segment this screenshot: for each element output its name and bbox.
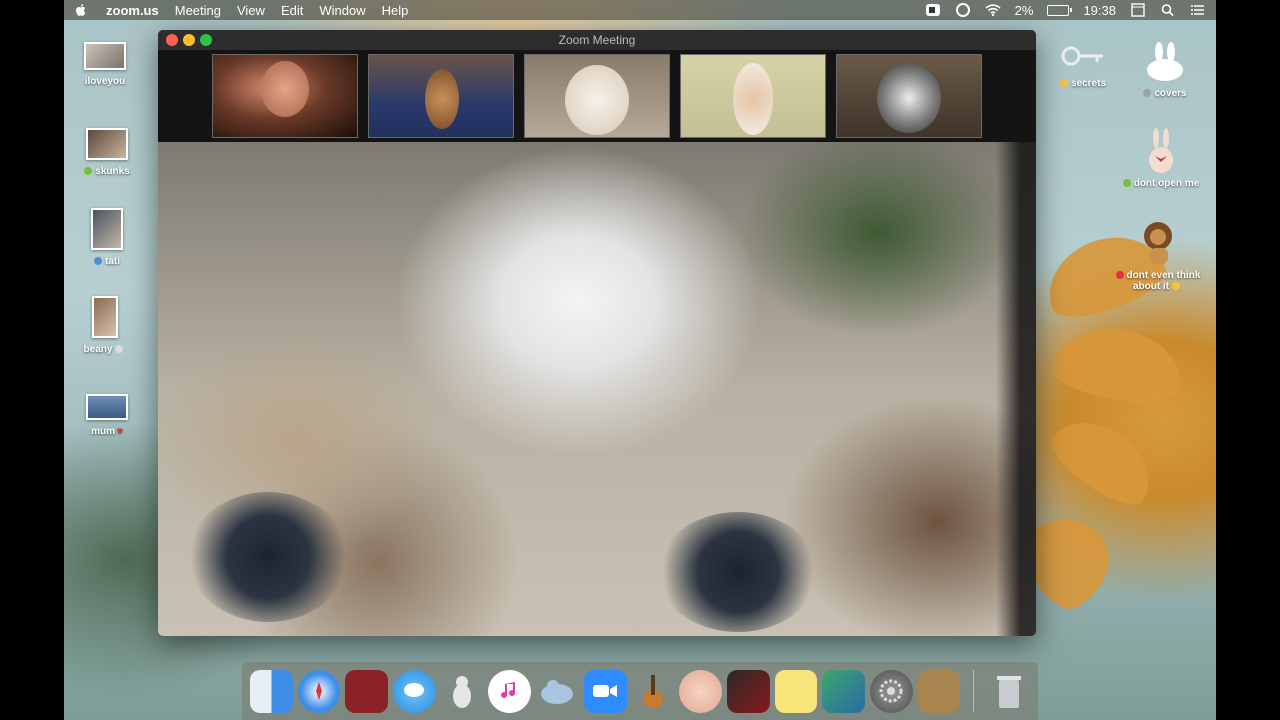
- participant-tile[interactable]: [212, 54, 358, 138]
- wifi-icon[interactable]: [985, 3, 1001, 17]
- window-title: Zoom Meeting: [558, 33, 636, 47]
- desktop-folder-dont-even-think[interactable]: dont even think about it: [1110, 218, 1206, 292]
- trash-icon[interactable]: [987, 670, 1030, 713]
- calendar-icon[interactable]: [1130, 3, 1146, 17]
- video-edge-shadow: [996, 142, 1036, 636]
- seal-app-icon[interactable]: [536, 670, 579, 713]
- dock: [242, 662, 1038, 720]
- file-label: dont even think about it: [1126, 270, 1201, 292]
- participant-face: [733, 63, 773, 135]
- menu-view[interactable]: View: [237, 3, 265, 18]
- wallpaper-petal: [1048, 319, 1190, 411]
- menu-edit[interactable]: Edit: [281, 3, 303, 18]
- photo-app-icon[interactable]: [726, 669, 770, 713]
- apple-menu-icon[interactable]: [74, 3, 88, 17]
- file-label: skunks: [95, 166, 130, 177]
- green-tag-icon: [84, 167, 93, 175]
- itunes-icon[interactable]: [488, 669, 532, 713]
- preview-icon[interactable]: [822, 669, 865, 713]
- battery-icon[interactable]: [1047, 4, 1073, 16]
- safari-icon[interactable]: [297, 669, 341, 713]
- contacts-icon[interactable]: [917, 669, 961, 713]
- search-icon[interactable]: [1160, 3, 1176, 17]
- skull-emoji-icon: [115, 345, 124, 353]
- app-menu[interactable]: zoom.us: [106, 3, 159, 18]
- red-tag-icon: [1115, 271, 1124, 279]
- file-thumbnail: [86, 394, 128, 420]
- desktop-file-skunks[interactable]: skunks: [62, 128, 152, 177]
- desktop-folder-dont-open-me[interactable]: dont open me: [1116, 128, 1206, 189]
- participant-gallery: [158, 50, 1036, 142]
- messages-icon[interactable]: [393, 669, 436, 713]
- file-thumbnail: [91, 208, 123, 250]
- unicorn-app-icon[interactable]: [441, 670, 484, 713]
- lion-icon: [1144, 222, 1172, 264]
- photo-booth-icon[interactable]: [345, 669, 389, 713]
- garageband-icon[interactable]: [632, 670, 675, 713]
- participant-tile[interactable]: [368, 54, 514, 138]
- rabbit-figure-icon: [1149, 128, 1173, 173]
- file-thumbnail: [92, 296, 118, 338]
- file-thumbnail: [86, 128, 128, 160]
- shush-emoji-icon: [1059, 79, 1068, 87]
- wave-emoji-icon: [94, 257, 102, 265]
- participant-face: [877, 63, 941, 133]
- file-label: secrets: [1070, 78, 1107, 89]
- battery-percent: 2%: [1014, 2, 1034, 18]
- participant-tile[interactable]: [524, 54, 670, 138]
- zoom-status-icon[interactable]: [925, 3, 941, 17]
- file-label: mum: [91, 426, 115, 437]
- green-tag-icon: [1122, 179, 1131, 187]
- file-label: dont open me: [1133, 178, 1200, 189]
- window-titlebar[interactable]: Zoom Meeting: [158, 30, 1036, 50]
- desktop-file-tati[interactable]: tati: [62, 208, 152, 267]
- finder-icon[interactable]: [250, 669, 293, 713]
- system-preferences-icon[interactable]: [869, 669, 913, 713]
- participant-tile[interactable]: [836, 54, 982, 138]
- desktop-file-mum[interactable]: mum ♥: [62, 394, 152, 437]
- creative-cloud-icon[interactable]: [955, 3, 971, 17]
- stickies-icon[interactable]: [774, 669, 818, 713]
- participant-tile[interactable]: [680, 54, 826, 138]
- dock-separator: [973, 670, 975, 712]
- participant-face: [425, 69, 459, 129]
- desktop-folder-secrets[interactable]: secrets: [1038, 44, 1128, 89]
- menu-bar: zoom.us Meeting View Edit Window Help 2%…: [64, 0, 1216, 20]
- clock[interactable]: 19:38: [1083, 3, 1116, 18]
- file-label: covers: [1154, 88, 1187, 99]
- heart-emoji-icon: ♥: [116, 426, 123, 437]
- menu-window[interactable]: Window: [319, 3, 365, 18]
- participant-face: [261, 61, 309, 117]
- file-thumbnail: [84, 42, 126, 70]
- zoom-icon[interactable]: [583, 669, 627, 713]
- face-app-icon[interactable]: [679, 669, 722, 713]
- desktop-folder-covers[interactable]: covers: [1120, 42, 1210, 99]
- desktop-file-beany[interactable]: beany: [60, 296, 150, 355]
- notification-center-icon[interactable]: [1190, 3, 1206, 17]
- key-icon: [1061, 46, 1103, 66]
- desktop-file-iloveyou[interactable]: iloveyou: [60, 42, 150, 87]
- active-speaker-video[interactable]: [158, 142, 1036, 636]
- bunny-icon: [1147, 42, 1183, 81]
- thinking-emoji-icon: [1172, 282, 1181, 290]
- file-label: beany: [83, 344, 113, 355]
- wallpaper-petal: [1041, 403, 1167, 517]
- participant-face: [565, 65, 629, 135]
- video-blur-eye: [658, 512, 818, 632]
- file-label: tati: [105, 256, 120, 267]
- file-label: iloveyou: [84, 76, 126, 87]
- zoom-meeting-window[interactable]: Zoom Meeting: [158, 30, 1036, 636]
- menu-help[interactable]: Help: [382, 3, 409, 18]
- video-blur-eye: [188, 492, 348, 622]
- gray-tag-icon: [1143, 89, 1152, 97]
- menu-meeting[interactable]: Meeting: [175, 3, 221, 18]
